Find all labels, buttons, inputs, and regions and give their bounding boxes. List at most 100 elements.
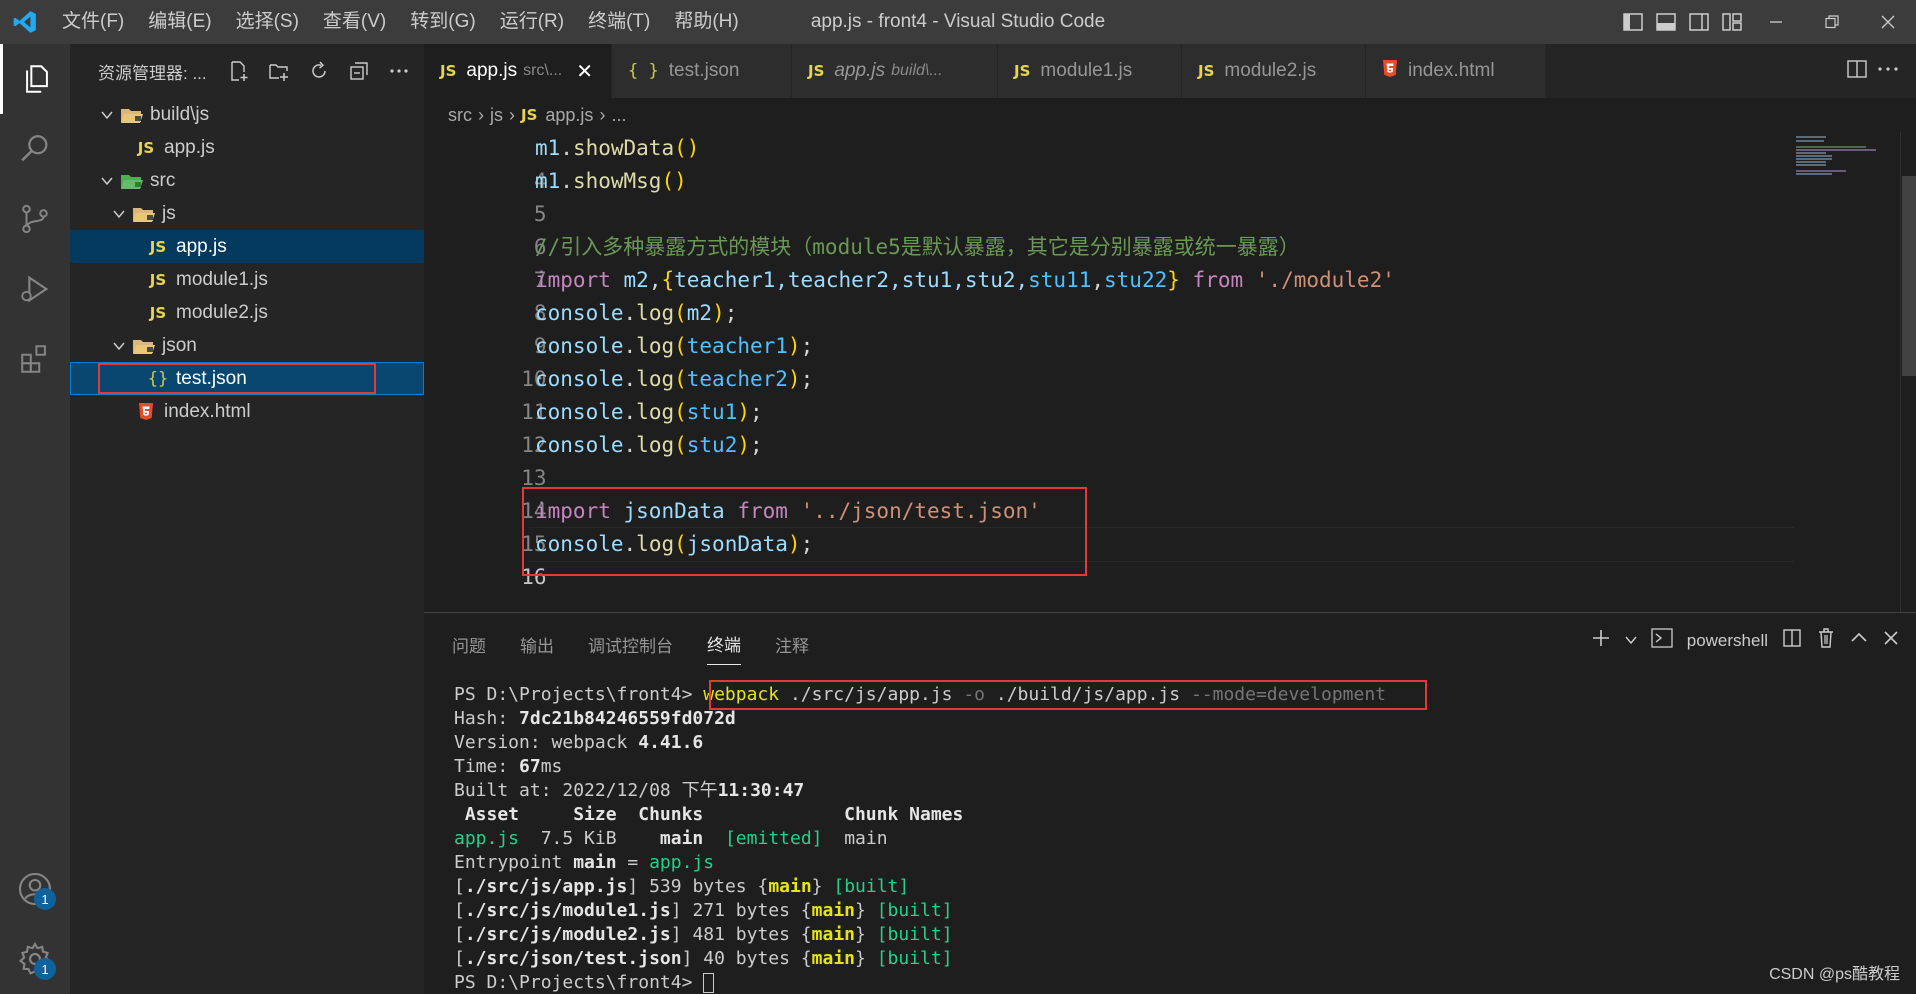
- menu-run[interactable]: 运行(R): [488, 0, 576, 44]
- collapse-all-icon[interactable]: [343, 55, 375, 87]
- tab-module2-js[interactable]: JS module2.js: [1182, 44, 1366, 98]
- tree-file-index-html[interactable]: index.html: [70, 395, 424, 428]
- chevron-down-icon: [108, 339, 130, 353]
- split-editor-icon[interactable]: [1846, 58, 1868, 85]
- menu-selection[interactable]: 选择(S): [224, 0, 311, 44]
- accounts-icon[interactable]: 1: [0, 854, 70, 924]
- js-file-icon: JS: [149, 303, 167, 322]
- line-number: 16: [521, 565, 547, 589]
- tab-app-js-src[interactable]: JS app.js src\... ✕: [424, 44, 612, 98]
- new-file-icon[interactable]: [223, 55, 255, 87]
- trash-icon[interactable]: [1816, 627, 1836, 654]
- tree-folder-js[interactable]: js: [70, 197, 424, 230]
- tab-app-js-build[interactable]: JS app.js build\...: [792, 44, 998, 98]
- tree-file-src-app-js[interactable]: JS app.js: [70, 230, 424, 263]
- tab-problems[interactable]: 问题: [452, 624, 486, 665]
- menu-terminal[interactable]: 终端(T): [576, 0, 662, 44]
- tree-file-module1-js[interactable]: JS module1.js: [70, 263, 424, 296]
- close-window-icon[interactable]: [1860, 0, 1916, 44]
- tab-test-json[interactable]: { } test.json: [612, 44, 792, 98]
- js-file-icon: JS: [1198, 62, 1215, 80]
- maximize-panel-icon[interactable]: [1850, 629, 1868, 652]
- tree-folder-json[interactable]: json: [70, 329, 424, 362]
- tree-folder-src[interactable]: src: [70, 164, 424, 197]
- restore-icon[interactable]: [1804, 0, 1860, 44]
- tree-label: js: [162, 202, 176, 224]
- breadcrumb-file[interactable]: app.js: [545, 105, 593, 126]
- menu-bar: 文件(F) 编辑(E) 选择(S) 查看(V) 转到(G) 运行(R) 终端(T…: [50, 0, 751, 44]
- explorer-header: 资源管理器: ...: [70, 44, 424, 98]
- watermark: CSDN @ps酷教程: [1769, 966, 1900, 983]
- tab-label: module2.js: [1224, 60, 1317, 81]
- js-file-icon: JS: [149, 270, 167, 289]
- toggle-secondary-sidebar-icon[interactable]: [1682, 0, 1715, 44]
- terminal-line-table-header: Asset Size Chunks Chunk Names: [454, 804, 964, 825]
- tab-description: build\...: [891, 62, 943, 79]
- toggle-panel-icon[interactable]: [1649, 0, 1682, 44]
- chevron-down-icon: [96, 108, 118, 122]
- source-control-icon[interactable]: [0, 184, 70, 254]
- search-icon[interactable]: [0, 114, 70, 184]
- run-debug-icon[interactable]: [0, 254, 70, 324]
- breadcrumb-more[interactable]: ...: [611, 105, 626, 126]
- tab-output[interactable]: 输出: [520, 624, 554, 665]
- tree-label: module1.js: [176, 268, 268, 290]
- vscode-logo-icon: [0, 0, 50, 44]
- code-line: 6: [424, 198, 1794, 259]
- tab-debug-console[interactable]: 调试控制台: [588, 624, 673, 665]
- tree-file-test-json[interactable]: {} test.json: [70, 362, 424, 395]
- explorer-icon[interactable]: [0, 44, 70, 114]
- tab-label: test.json: [668, 60, 740, 81]
- more-actions-icon[interactable]: [1876, 58, 1900, 85]
- manage-gear-icon[interactable]: 1: [0, 924, 70, 994]
- js-file-icon: JS: [149, 237, 167, 256]
- tree-folder-build-js[interactable]: build\js: [70, 98, 424, 131]
- breadcrumb-src[interactable]: src: [448, 105, 472, 126]
- tab-label: app.js: [834, 60, 886, 81]
- menu-file[interactable]: 文件(F): [50, 0, 136, 44]
- customize-layout-icon[interactable]: [1715, 0, 1748, 44]
- editor-scrollbar-thumb[interactable]: [1902, 176, 1916, 376]
- close-panel-icon[interactable]: [1882, 629, 1900, 652]
- minimize-icon[interactable]: [1748, 0, 1804, 44]
- menu-go[interactable]: 转到(G): [398, 0, 487, 44]
- editor-actions: [1846, 44, 1916, 98]
- code-line: 7 //引入多种暴露方式的模块（module5是默认暴露，其它是分别暴露或统一暴…: [424, 231, 1794, 292]
- code-line: 15 import jsonData from '../json/test.js…: [424, 495, 1794, 556]
- code-line: 4 m1.showData(): [424, 132, 1794, 193]
- chevron-down-icon: [108, 207, 130, 221]
- menu-edit[interactable]: 编辑(E): [136, 0, 223, 44]
- terminal-output[interactable]: PS D:\Projects\front4> webpack ./src/js/…: [454, 680, 1427, 994]
- folder-open-icon: [130, 337, 158, 355]
- tree-label: src: [150, 169, 176, 191]
- refresh-icon[interactable]: [303, 55, 335, 87]
- code-line-current: 16 console.log(jsonData);: [424, 528, 1794, 589]
- new-terminal-icon[interactable]: [1591, 628, 1611, 653]
- tree-label: json: [162, 334, 197, 356]
- breadcrumb-js[interactable]: js: [490, 105, 503, 126]
- accounts-badge: 1: [34, 888, 56, 910]
- tab-terminal[interactable]: 终端: [707, 623, 741, 665]
- extensions-icon[interactable]: [0, 324, 70, 394]
- chevron-right-icon: ›: [509, 104, 515, 125]
- menu-help[interactable]: 帮助(H): [662, 0, 750, 44]
- tree-label: test.json: [176, 367, 247, 389]
- chevron-down-icon[interactable]: [1625, 631, 1637, 651]
- shell-label[interactable]: powershell: [1687, 631, 1768, 651]
- minimap[interactable]: [1794, 132, 1900, 612]
- code-editor[interactable]: 4 m1.showData() 5 m1.showMsg() 6 7 //引入多…: [424, 132, 1916, 612]
- tree-file-build-app-js[interactable]: JS app.js: [70, 131, 424, 164]
- split-terminal-icon[interactable]: [1782, 628, 1802, 653]
- toggle-sidebar-icon[interactable]: [1616, 0, 1649, 44]
- tab-comments[interactable]: 注释: [775, 624, 809, 665]
- new-folder-icon[interactable]: [263, 55, 295, 87]
- tab-index-html[interactable]: index.html: [1366, 44, 1546, 98]
- tab-module1-js[interactable]: JS module1.js: [998, 44, 1182, 98]
- menu-view[interactable]: 查看(V): [311, 0, 398, 44]
- tree-file-module2-js[interactable]: JS module2.js: [70, 296, 424, 329]
- chevron-right-icon: ›: [478, 104, 484, 125]
- close-icon[interactable]: ✕: [576, 59, 593, 84]
- more-actions-icon[interactable]: [383, 55, 415, 87]
- terminal-line-built-at: Built at: 2022/12/08 下午11:30:47: [454, 780, 805, 801]
- tree-label: module2.js: [176, 301, 268, 323]
